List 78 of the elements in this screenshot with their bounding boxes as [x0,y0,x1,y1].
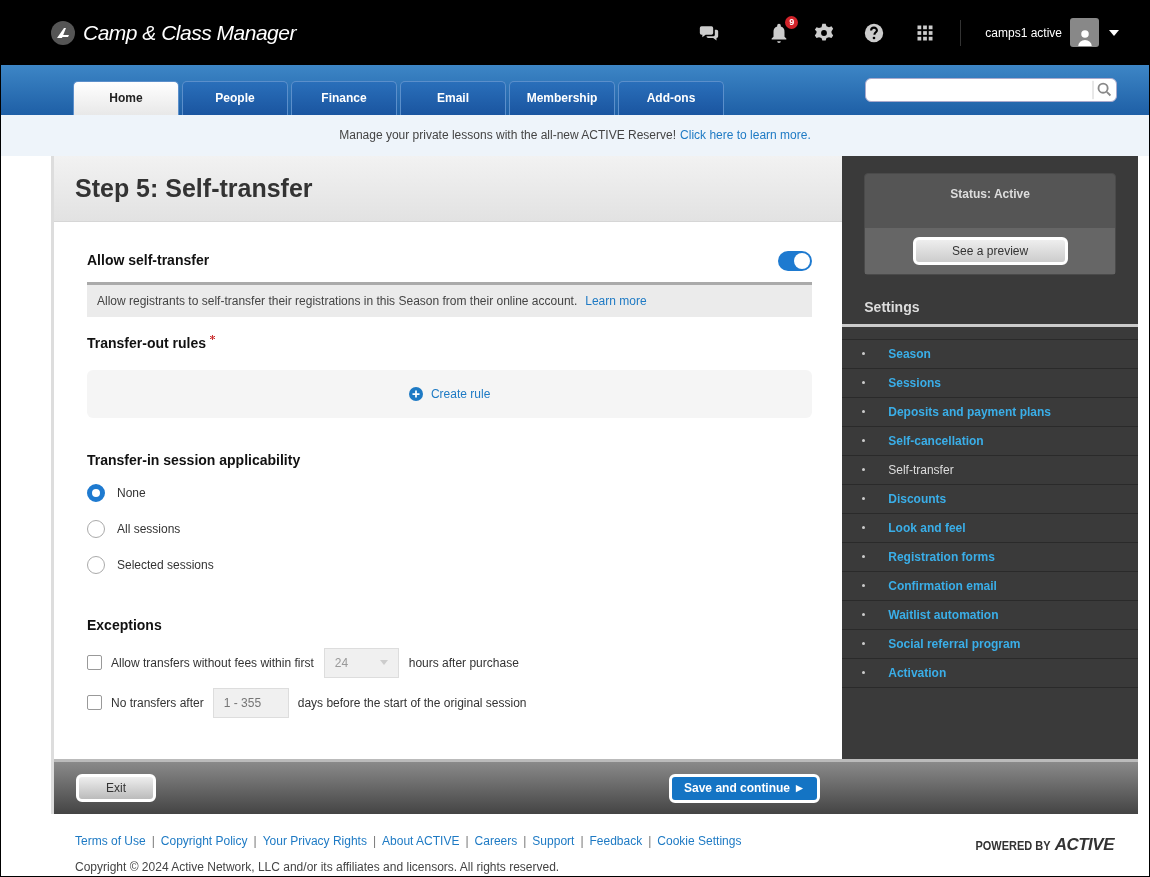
plus-circle-icon [408,386,423,401]
footer-link[interactable]: Copyright Policy [160,832,248,850]
create-rule-link[interactable]: Create rule [408,384,491,403]
settings-nav-item[interactable]: Confirmation email [842,571,1138,601]
nav-tab[interactable]: Add-ons [618,80,724,115]
powered-by-text: POWERED BY [975,836,1051,854]
checkbox[interactable] [87,695,102,711]
apps-grid-icon[interactable] [916,23,935,42]
user-silhouette-icon [1075,27,1094,48]
settings-icon[interactable] [814,22,835,43]
settings-nav-item[interactable]: Self-cancellation [842,426,1138,456]
settings-nav-item[interactable]: Look and feel [842,513,1138,543]
nav-tab[interactable]: Finance [291,80,397,115]
settings-nav-item[interactable]: Social referral program [842,629,1138,659]
help-icon[interactable] [864,22,885,43]
footer-link[interactable]: Terms of Use [75,832,146,850]
nav-tab[interactable]: Membership [509,80,615,115]
section-title: Exceptions [87,615,163,635]
footer-link[interactable]: Careers [474,832,518,850]
settings-nav-item[interactable]: Deposits and payment plans [842,397,1138,427]
radio-label: All sessions [117,520,181,538]
toggle-switch[interactable] [778,250,813,271]
search-field[interactable] [865,77,1117,102]
footer-link[interactable]: Cookie Settings [657,832,742,850]
notification-count: 9 [785,15,799,29]
link-separator: | [580,833,584,850]
footer-link[interactable]: About ACTIVE [382,832,460,850]
radio-button[interactable] [87,483,105,502]
radio-button[interactable] [87,555,105,574]
settings-nav-item[interactable]: Discounts [842,484,1138,514]
footer-link[interactable]: Your Privacy Rights [262,832,367,850]
caret-icon[interactable] [1109,29,1119,36]
checkbox-suffix-text: days before the start of the original session [297,694,527,712]
settings-nav-item[interactable]: Self-transfer [842,455,1138,485]
settings-nav-item[interactable]: Waitlist automation [842,600,1138,630]
logo-icon [51,20,75,45]
footer-link[interactable]: Feedback [589,832,643,850]
nav-tab[interactable]: People [182,80,288,115]
preview-button[interactable]: See a preview [912,236,1068,265]
banner-text: Manage your private lessons with the all-new ACTIVE Reserve! [339,127,677,145]
nav-tab[interactable]: Home [73,80,179,115]
nav-tab[interactable]: Email [400,80,506,115]
radio-label: Selected sessions [117,556,214,574]
section-title: Transfer-in session applicability [87,450,302,470]
link-separator: | [523,833,527,850]
link-separator: | [648,833,652,850]
banner-link[interactable]: Click here to learn more. [680,126,811,145]
section-title: Allow self-transfer [87,251,210,271]
settings-nav-item[interactable]: Sessions [842,368,1138,398]
checkbox-label: No transfers after [111,694,204,712]
app-title: Camp & Class Manager [83,20,296,47]
copyright-text: Copyright © 2024 Active Network, LLC and/or its affiliates and licensors. All rights reserved. [75,859,561,876]
status-text: Status: Active [949,185,1031,203]
settings-title: Settings [842,274,1138,327]
settings-nav-item[interactable]: Activation [842,658,1138,688]
checkbox-suffix-text: hours after purchase [408,654,519,672]
description-text: Allow registrants to self-transfer their registrations in this Season from their online account. [97,292,578,310]
avatar-icon[interactable] [1070,18,1099,48]
exit-button[interactable]: Exit [76,774,156,802]
section-title: Transfer-out rules [87,333,207,353]
settings-nav-item[interactable]: Registration forms [842,542,1138,572]
user-name[interactable]: camps1 active [985,23,1062,42]
checkbox[interactable] [87,655,102,671]
footer-link[interactable]: Support [532,832,575,850]
radio-label: None [117,484,146,502]
page-title: Step 5: Self-transfer [75,173,313,204]
link-separator: | [151,833,155,850]
dropdown-field[interactable]: 24 [323,647,399,678]
link-separator: | [372,833,377,850]
checkbox-label: Allow transfers without fees within first [111,654,314,672]
link-separator: | [465,833,469,850]
settings-nav-item[interactable]: Season [842,339,1138,369]
dropdown-caret-icon [379,660,388,666]
link-separator: | [253,833,257,850]
brand-logo-text: ACTIVE [1054,834,1114,856]
radio-button[interactable] [87,519,105,538]
save-continue-button[interactable]: Save and continue ► [669,773,821,803]
learn-more-link[interactable]: Learn more [585,291,647,310]
